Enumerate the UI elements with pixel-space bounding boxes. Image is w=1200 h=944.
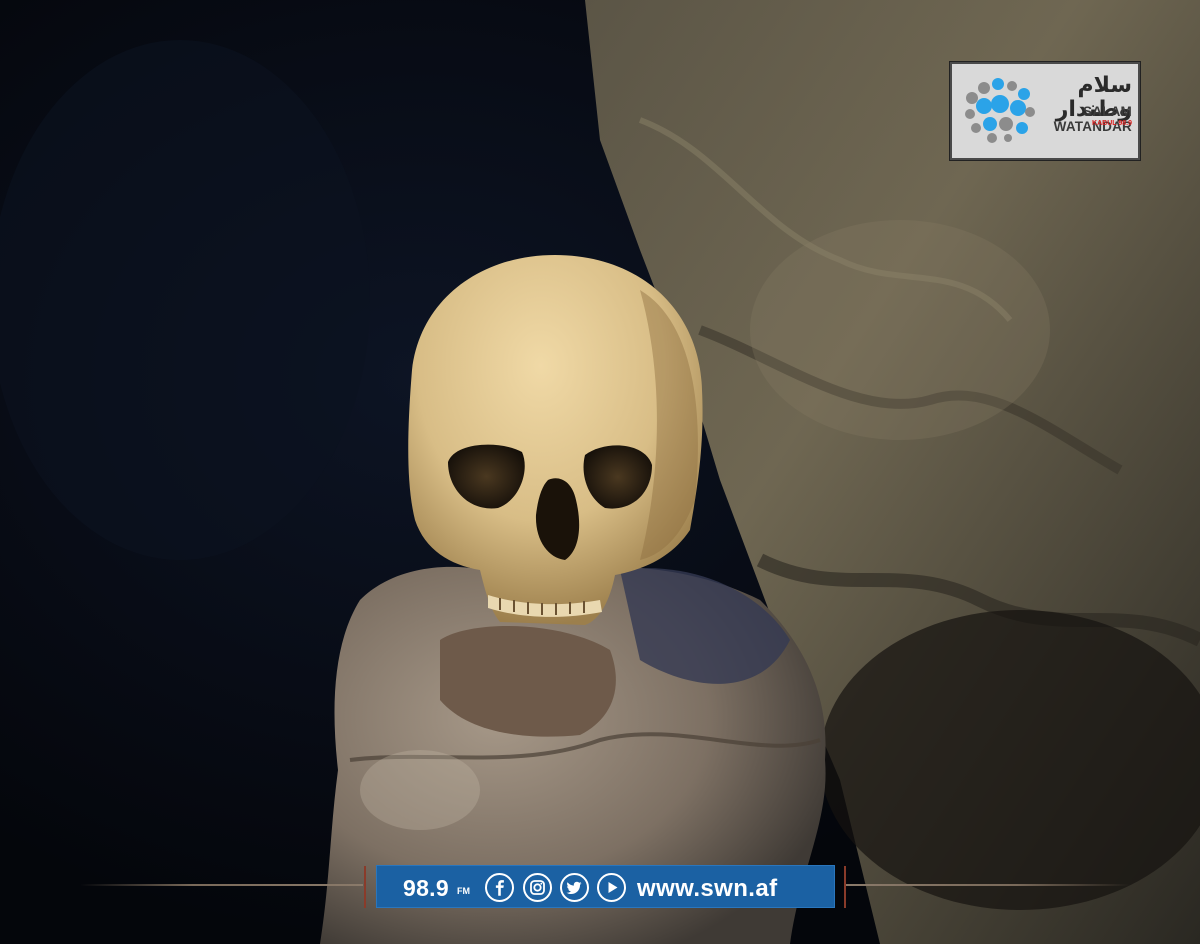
logo-city-frequency: KABUL 98.9 xyxy=(1092,120,1132,127)
frequency-unit: FM xyxy=(457,886,470,896)
radio-frequency: 98.9 xyxy=(403,875,449,901)
footer-line-left xyxy=(80,884,363,886)
footer-tick-right xyxy=(844,866,846,908)
logo-english-name: SALAM WATANDAR xyxy=(1053,104,1132,134)
instagram-icon[interactable] xyxy=(523,873,552,902)
website-url[interactable]: www.swn.af xyxy=(637,875,777,903)
youtube-icon[interactable] xyxy=(597,873,626,902)
footer-bar: 98.9 FM www.swn.af xyxy=(376,865,835,908)
footer-line-right xyxy=(846,884,1130,886)
twitter-icon[interactable] xyxy=(560,873,589,902)
facebook-icon[interactable] xyxy=(485,873,514,902)
shadow-left xyxy=(0,40,370,560)
footer-tick-left xyxy=(364,866,366,908)
rock-top-lump xyxy=(440,626,616,737)
salam-watandar-logo: سلام وطندار SALAM WATANDAR KABUL 98.9 xyxy=(950,62,1140,160)
photo: سلام وطندار SALAM WATANDAR KABUL 98.9 98… xyxy=(0,0,1200,944)
logo-dots-icon xyxy=(965,78,1035,143)
wall-highlight xyxy=(750,220,1050,440)
rock-highlight xyxy=(360,750,480,830)
